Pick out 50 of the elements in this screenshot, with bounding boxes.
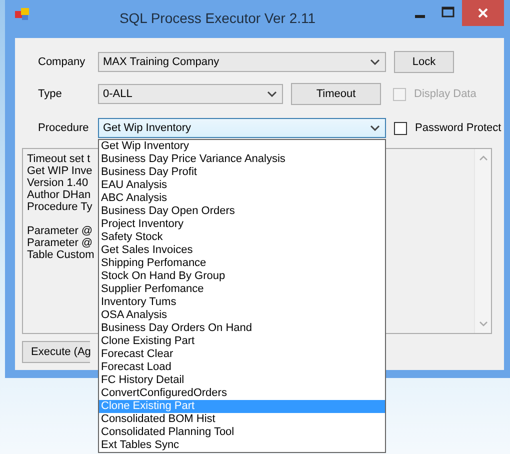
output-line: Procedure Ty (27, 201, 92, 213)
dropdown-option[interactable]: ABC Analysis (99, 192, 385, 205)
dropdown-option[interactable]: Business Day Open Orders (99, 205, 385, 218)
procedure-dropdown[interactable]: Get Wip Inventory (98, 118, 386, 138)
dropdown-option[interactable]: Consolidated BOM Hist (99, 413, 385, 426)
dropdown-option[interactable]: Business Day Price Variance Analysis (99, 153, 385, 166)
chevron-down-icon (370, 125, 380, 131)
lock-button[interactable]: Lock (394, 51, 454, 73)
dropdown-option[interactable]: Clone Existing Part (99, 335, 385, 348)
dropdown-option[interactable]: Shipping Perfomance (99, 257, 385, 270)
timeout-button[interactable]: Timeout (291, 83, 381, 105)
dropdown-option[interactable]: Business Day Profit (99, 166, 385, 179)
output-line: Version 1.40 (27, 177, 88, 189)
dropdown-option[interactable]: Ext Tables Sync (99, 439, 385, 452)
type-label: Type (38, 86, 63, 102)
dropdown-option[interactable]: Forecast Load (99, 361, 385, 374)
chevron-down-icon (370, 59, 380, 65)
dropdown-option[interactable]: Forecast Clear (99, 348, 385, 361)
chevron-down-icon (267, 91, 277, 97)
dropdown-option[interactable]: Supplier Perfomance (99, 283, 385, 296)
dropdown-option[interactable]: Stock On Hand By Group (99, 270, 385, 283)
close-icon (478, 8, 488, 18)
dropdown-option[interactable]: FC History Detail (99, 374, 385, 387)
password-protect-label: Password Protect (415, 120, 502, 136)
checkbox[interactable] (394, 122, 407, 134)
dropdown-option[interactable]: Get Wip Inventory (99, 140, 385, 153)
output-line: Parameter @ (27, 225, 93, 237)
output-line: Table Custom (27, 249, 94, 261)
execute-button[interactable]: Execute (Ag (22, 341, 90, 363)
output-line: Parameter @ (27, 237, 93, 249)
close-button[interactable] (462, 0, 504, 26)
dropdown-option[interactable]: Consolidated Planning Tool (99, 426, 385, 439)
output-line: Author DHan (27, 189, 91, 201)
dropdown-option[interactable]: OSA Analysis (99, 309, 385, 322)
dropdown-option[interactable]: Get Sales Invoices (99, 244, 385, 257)
dropdown-option[interactable]: ConvertConfiguredOrders (99, 387, 385, 400)
type-dropdown[interactable]: 0-ALL (98, 84, 283, 104)
window-title: SQL Process Executor Ver 2.11 (118, 9, 317, 28)
output-line: Get WIP Inve (27, 165, 92, 177)
company-label: Company (38, 54, 86, 70)
app-icon (15, 8, 29, 20)
dropdown-option[interactable]: Safety Stock (99, 231, 385, 244)
company-dropdown[interactable]: MAX Training Company (98, 52, 386, 72)
dropdown-option[interactable]: Inventory Tums (99, 296, 385, 309)
dropdown-option[interactable]: Project Inventory (99, 218, 385, 231)
procedure-label: Procedure (38, 120, 90, 136)
output-line: Timeout set t (27, 153, 90, 165)
dropdown-option[interactable]: EAU Analysis (99, 179, 385, 192)
dropdown-option[interactable]: Business Day Orders On Hand (99, 322, 385, 335)
display-data-label: Display Data (414, 86, 476, 102)
